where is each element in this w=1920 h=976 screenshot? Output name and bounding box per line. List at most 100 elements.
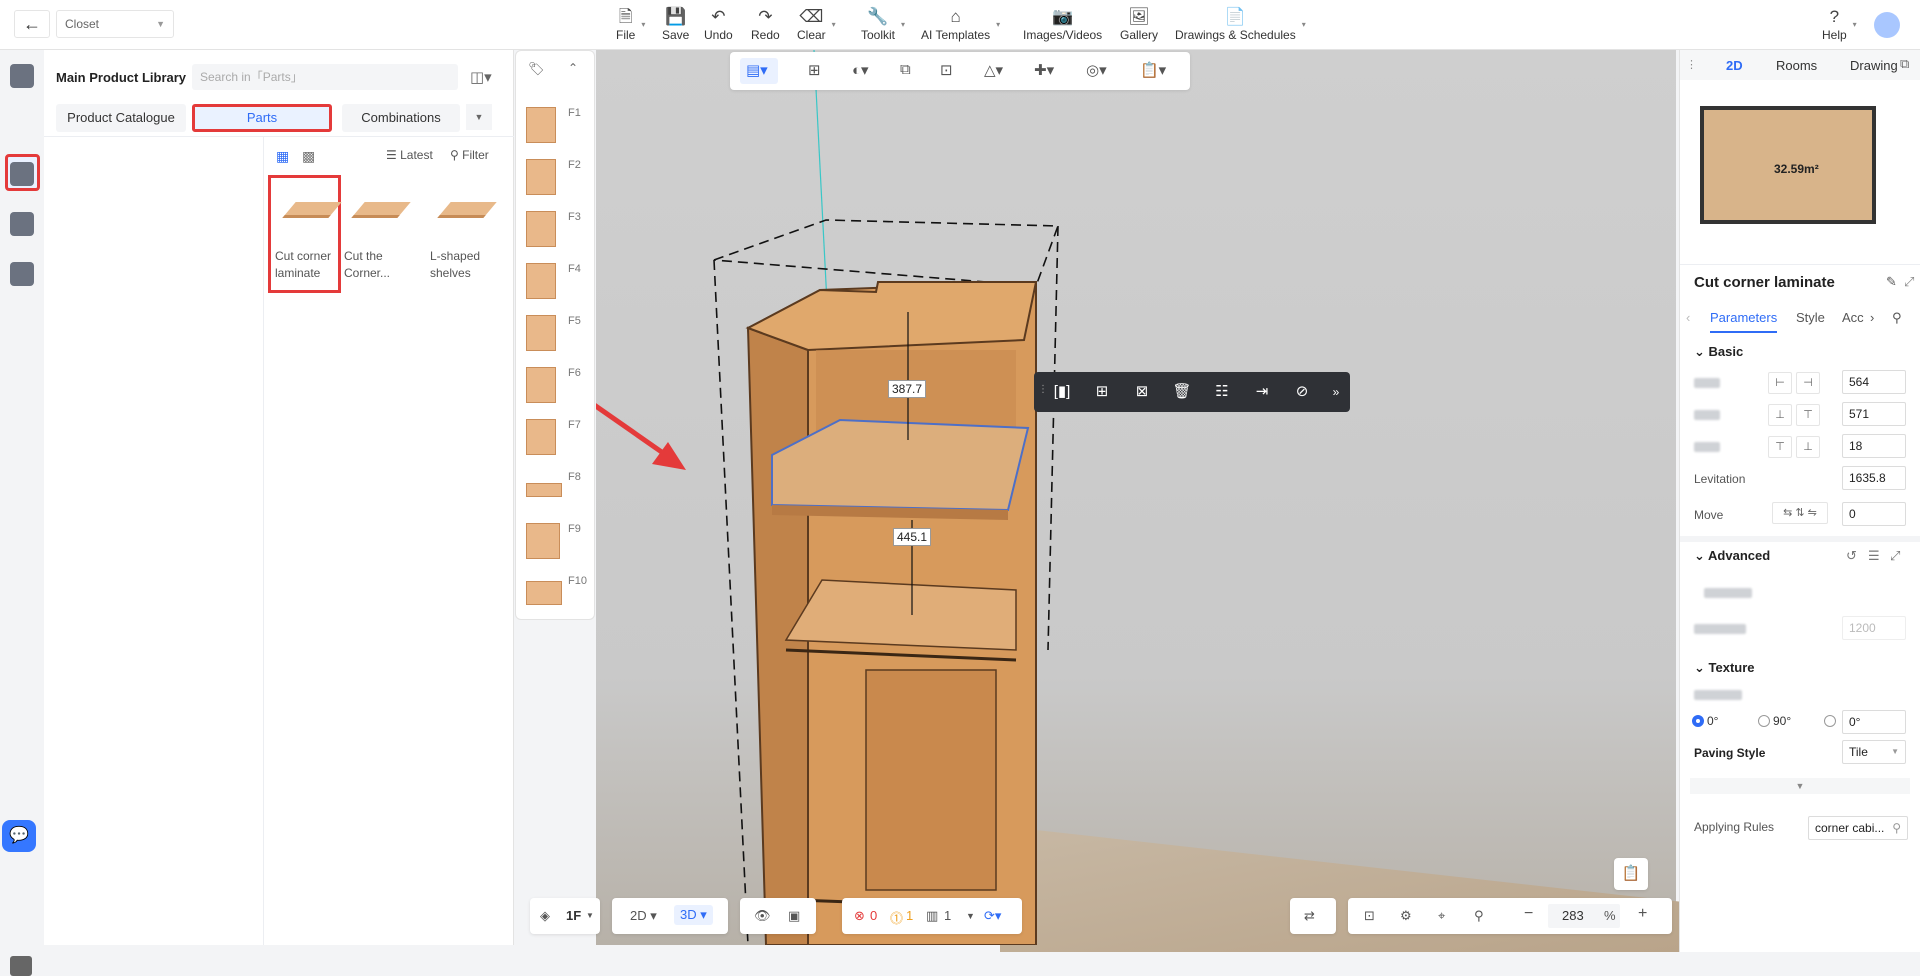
height-top-icon[interactable]: ⊤ bbox=[1768, 436, 1792, 458]
ai-templates-button[interactable]: ⌂ AI Templates ▾ bbox=[921, 6, 1000, 42]
product-card[interactable]: L-shaped shelves bbox=[430, 180, 510, 282]
tab-2d[interactable]: 2D bbox=[1726, 58, 1743, 73]
avatar[interactable] bbox=[1874, 12, 1900, 38]
width-input[interactable]: 564 bbox=[1842, 370, 1906, 394]
filter-button[interactable]: ⚲ Filter bbox=[450, 148, 489, 162]
tab-rooms[interactable]: Rooms bbox=[1776, 58, 1817, 73]
rotation-input[interactable]: 0° bbox=[1842, 710, 1906, 734]
list-icon[interactable]: ☰ bbox=[1868, 548, 1880, 564]
tab-style[interactable]: Style bbox=[1796, 310, 1825, 325]
width-right-icon[interactable]: ⊣ bbox=[1796, 372, 1820, 394]
toolkit-button[interactable]: 🔧 Toolkit ▾ bbox=[861, 6, 905, 42]
rotation-radio-90[interactable]: 90° bbox=[1758, 714, 1791, 728]
large-grid-view-icon[interactable]: ▩ bbox=[302, 148, 315, 165]
zoom-in-button[interactable]: + bbox=[1638, 905, 1647, 923]
file-button[interactable]: 🗎 File ▾ bbox=[616, 6, 645, 42]
refresh-icon[interactable]: ⟳▾ bbox=[984, 908, 1001, 924]
floor-plan-minimap[interactable]: 32.59m² bbox=[1700, 106, 1876, 224]
product-card[interactable]: Cut corner laminate bbox=[268, 175, 342, 293]
frame-icon[interactable]: ⊡ bbox=[940, 61, 953, 79]
expand-icon[interactable]: ⤢ bbox=[1890, 548, 1900, 564]
paint-icon[interactable]: ⊞ bbox=[808, 61, 821, 79]
move-input[interactable]: 0 bbox=[1842, 502, 1906, 526]
user-icon[interactable] bbox=[10, 212, 34, 236]
bracket-icon[interactable]: [▮] bbox=[1052, 382, 1072, 402]
section-advanced[interactable]: ⌄ Advanced bbox=[1694, 548, 1770, 564]
template-item[interactable]: F5 bbox=[526, 311, 592, 355]
project-select[interactable]: Closet ▼ bbox=[56, 10, 174, 38]
material-icon[interactable]: ◐▾ bbox=[852, 61, 869, 79]
drag-handle-icon[interactable]: ⋮ bbox=[1038, 384, 1048, 395]
reset-icon[interactable]: ↺ bbox=[1846, 548, 1857, 564]
drag-handle-icon[interactable]: ⋮ bbox=[1686, 58, 1697, 71]
tab-parameters[interactable]: Parameters bbox=[1710, 310, 1778, 333]
delete-icon[interactable]: 🗑 bbox=[1172, 382, 1192, 402]
template-item[interactable]: F9 bbox=[526, 519, 592, 563]
zoom-out-button[interactable]: − bbox=[1524, 905, 1533, 923]
align-icon[interactable]: ⇥ bbox=[1252, 382, 1272, 402]
template-item[interactable]: F6 bbox=[526, 363, 592, 407]
clipboard-icon[interactable]: 📋▾ bbox=[1140, 61, 1166, 79]
chat-icon[interactable]: 💬 bbox=[2, 820, 36, 852]
chevron-right-icon[interactable]: › bbox=[1870, 310, 1874, 325]
expand-icon[interactable]: » bbox=[1326, 382, 1346, 402]
chevron-down-icon[interactable]: ▼ bbox=[466, 104, 492, 130]
dimension-upper[interactable]: 387.7 bbox=[888, 380, 927, 398]
images-videos-button[interactable]: 📷 Images/Videos bbox=[1023, 6, 1102, 42]
clear-button[interactable]: ⌫ Clear ▾ bbox=[797, 6, 836, 42]
floor-selector[interactable]: ◈ 1F ▼ bbox=[530, 898, 600, 934]
clipboard-icon[interactable]: 📋 bbox=[1614, 858, 1648, 890]
tab-parts[interactable]: Parts bbox=[192, 104, 332, 132]
move-mode-icon[interactable]: ⇆ ⇅ ⇋ bbox=[1772, 502, 1828, 524]
section-basic[interactable]: ⌄ Basic bbox=[1694, 344, 1743, 360]
tab-accessories[interactable]: Acc bbox=[1842, 310, 1864, 325]
template-item[interactable]: F7 bbox=[526, 415, 592, 459]
template-item[interactable]: F1 bbox=[526, 103, 592, 147]
template-item[interactable]: F2 bbox=[526, 155, 592, 199]
paving-style-select[interactable]: Tile ▼ bbox=[1842, 740, 1906, 764]
rotation-radio-0[interactable]: 0° bbox=[1692, 714, 1718, 728]
array-icon[interactable]: ☷ bbox=[1212, 382, 1232, 402]
select-icon[interactable]: ▤▾ bbox=[746, 61, 768, 79]
cabinet-icon[interactable] bbox=[10, 262, 34, 286]
product-card[interactable]: Cut the Corner... bbox=[344, 180, 424, 282]
panel-layout-icon[interactable]: ◫▾ bbox=[470, 68, 492, 86]
mode-3d-button[interactable]: 3D ▾ bbox=[674, 905, 713, 925]
drawings-schedules-button[interactable]: 📄 Drawings & Schedules ▾ bbox=[1175, 6, 1306, 42]
chevron-up-icon[interactable]: ⌃ bbox=[568, 61, 578, 75]
error-icon[interactable]: ⊗ bbox=[854, 908, 865, 924]
tag-icon[interactable]: 🏷 bbox=[528, 61, 545, 77]
layout-panel-icon[interactable] bbox=[10, 956, 32, 976]
template-item[interactable]: F8 bbox=[526, 467, 592, 511]
template-item[interactable]: F4 bbox=[526, 259, 592, 303]
mode-2d-button[interactable]: 2D ▾ bbox=[630, 908, 657, 924]
depth-input[interactable]: 571 bbox=[1842, 402, 1906, 426]
back-button[interactable]: ← bbox=[14, 10, 50, 38]
depth-back-icon[interactable]: ⊤ bbox=[1796, 404, 1820, 426]
sort-button[interactable]: ☰ Latest bbox=[386, 148, 433, 162]
expand-icon[interactable]: ⤢ bbox=[1904, 274, 1914, 290]
levitation-input[interactable]: 1635.8 bbox=[1842, 466, 1906, 490]
save-button[interactable]: 💾 Save bbox=[662, 6, 689, 42]
dimension-lower[interactable]: 445.1 bbox=[893, 528, 932, 546]
gallery-button[interactable]: 🖼 Gallery bbox=[1120, 6, 1158, 42]
add-icon[interactable]: ⊞ bbox=[1092, 382, 1112, 402]
furniture-icon[interactable] bbox=[10, 64, 34, 88]
hide-icon[interactable]: ⊘ bbox=[1292, 382, 1312, 402]
warning-icon[interactable]: ⓵ bbox=[890, 908, 903, 927]
replace-icon[interactable]: ⊠ bbox=[1132, 382, 1152, 402]
eye-icon[interactable]: 👁 bbox=[754, 908, 771, 924]
tab-combinations[interactable]: Combinations bbox=[342, 104, 460, 132]
tab-product-catalogue[interactable]: Product Catalogue bbox=[56, 104, 186, 132]
applying-rules-input[interactable]: corner cabi... ⚲ bbox=[1808, 816, 1908, 840]
expand-more-icon[interactable]: ▼ bbox=[1690, 778, 1910, 794]
depth-front-icon[interactable]: ⊥ bbox=[1768, 404, 1792, 426]
redo-button[interactable]: ↷ Redo bbox=[751, 6, 780, 42]
advanced-input[interactable]: 1200 bbox=[1842, 616, 1906, 640]
help-button[interactable]: ? Help ▾ bbox=[1822, 6, 1857, 42]
plugin-icon[interactable]: ✚▾ bbox=[1034, 61, 1054, 79]
toggle-tool[interactable]: ⇄ bbox=[1290, 898, 1336, 934]
zoom-search-icon[interactable]: ⚲ bbox=[1474, 908, 1484, 924]
height-input[interactable]: 18 bbox=[1842, 434, 1906, 458]
height-bottom-icon[interactable]: ⊥ bbox=[1796, 436, 1820, 458]
